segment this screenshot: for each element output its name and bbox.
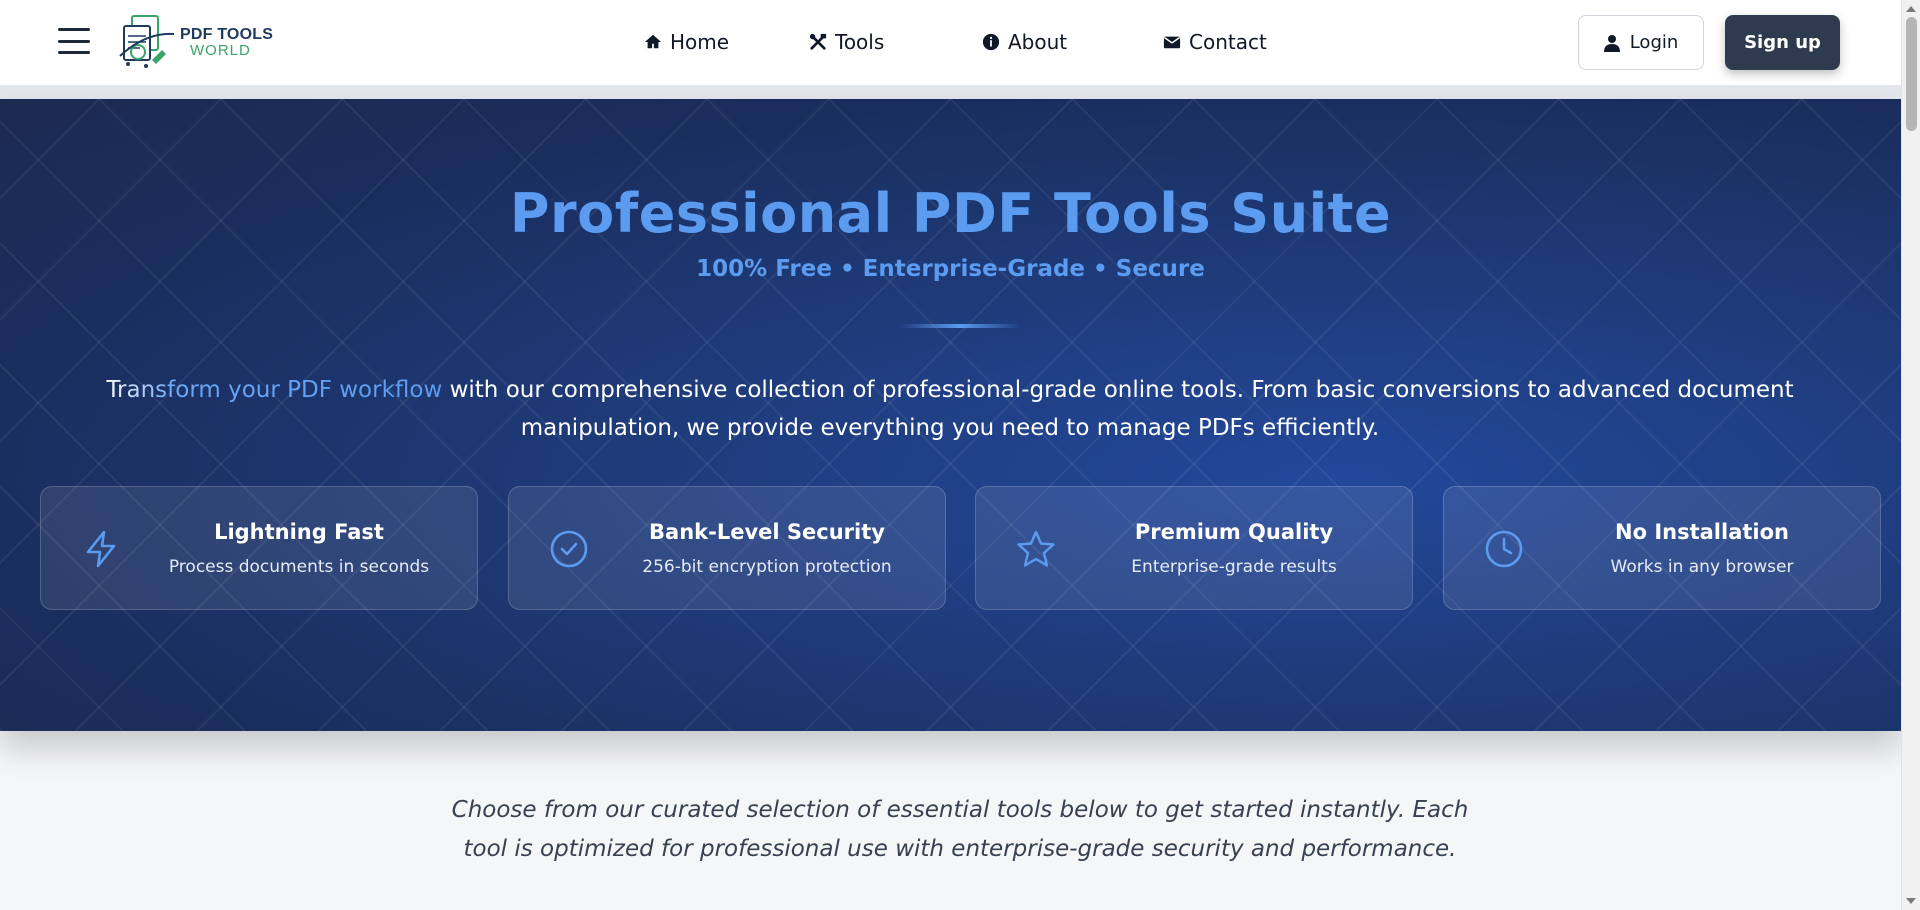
- nav-contact[interactable]: Contact: [1163, 30, 1267, 54]
- feature-card-lightning-fast: Lightning Fast Process documents in seco…: [40, 486, 478, 610]
- nav-home-label: Home: [670, 30, 730, 54]
- feature-title: No Installation: [1615, 520, 1789, 544]
- home-icon: [644, 34, 662, 49]
- site-header: PDF TOOLS WORLD Home Tools About Contact…: [0, 0, 1901, 86]
- signup-button[interactable]: Sign up: [1725, 15, 1840, 70]
- header-band: [0, 86, 1901, 99]
- lightning-icon: [86, 530, 116, 568]
- scrollbar-thumb[interactable]: [1906, 17, 1917, 131]
- nav-home[interactable]: Home: [644, 30, 729, 54]
- hero-description: Transform your PDF workflow with our com…: [30, 371, 1870, 447]
- check-circle-icon: [550, 530, 588, 568]
- page-scrollbar[interactable]: [1901, 0, 1920, 910]
- hero-subtitle: 100% Free • Enterprise-Grade • Secure: [696, 256, 1205, 282]
- feature-title: Premium Quality: [1134, 520, 1334, 544]
- feature-desc: 256-bit encryption protection: [642, 557, 892, 577]
- tools-intro-text: Choose from our curated selection of ess…: [451, 797, 1469, 862]
- clock-icon: [1485, 530, 1523, 568]
- hero-description-highlight: Transform your PDF workflow: [106, 377, 443, 403]
- feature-card-bank-level-security: Bank-Level Security 256-bit encryption p…: [508, 486, 946, 610]
- feature-desc: Enterprise-grade results: [1131, 557, 1337, 577]
- login-button[interactable]: Login: [1578, 15, 1704, 70]
- info-icon: [982, 33, 1000, 51]
- nav-tools[interactable]: Tools: [809, 30, 884, 54]
- login-label: Login: [1629, 32, 1679, 53]
- feature-cards: Lightning Fast Process documents in seco…: [40, 486, 1881, 610]
- nav-tools-label: Tools: [835, 30, 885, 54]
- signup-label: Sign up: [1744, 32, 1821, 53]
- hero-title: Professional PDF Tools Suite: [509, 182, 1392, 245]
- star-icon: [1017, 530, 1055, 567]
- feature-desc: Process documents in seconds: [168, 557, 430, 577]
- nav-about[interactable]: About: [982, 30, 1067, 54]
- scroll-up-icon[interactable]: [1906, 6, 1916, 12]
- user-icon: [1603, 34, 1620, 52]
- feature-desc: Works in any browser: [1610, 557, 1794, 577]
- hero-divider: [900, 324, 1020, 328]
- nav-contact-label: Contact: [1189, 30, 1267, 54]
- hero-description-text: with our comprehensive collection of pro…: [442, 377, 1794, 441]
- feature-title: Lightning Fast: [214, 520, 384, 544]
- envelope-icon: [1163, 36, 1181, 49]
- tools-icon: [809, 33, 827, 50]
- feature-card-premium-quality: Premium Quality Enterprise-grade results: [975, 486, 1413, 610]
- feature-card-no-installation: No Installation Works in any browser: [1443, 486, 1881, 610]
- nav-about-label: About: [1008, 30, 1068, 54]
- feature-title: Bank-Level Security: [649, 520, 885, 544]
- hero-section: Professional PDF Tools Suite 100% Free •…: [0, 99, 1901, 731]
- scroll-down-icon[interactable]: [1906, 898, 1916, 904]
